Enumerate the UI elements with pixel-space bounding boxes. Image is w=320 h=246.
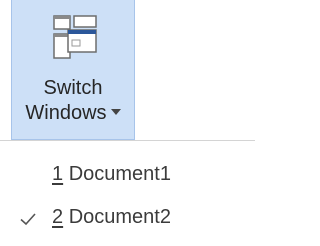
switch-windows-ui: Switch Windows 1 Document1 2 Document2 — [0, 0, 255, 246]
switch-windows-button[interactable]: Switch Windows — [11, 0, 135, 140]
menu-item-title: Document1 — [68, 163, 171, 185]
menu-item-document2[interactable]: 2 Document2 — [0, 202, 255, 242]
switch-windows-icon — [53, 15, 97, 59]
menu-item-number: 2 — [52, 206, 64, 228]
menu-item-document1[interactable]: 1 Document1 — [0, 159, 255, 199]
switch-windows-label-line1: Switch — [43, 77, 103, 99]
switch-windows-label-line2: Windows — [12, 101, 134, 125]
switch-windows-label-text: Windows — [25, 102, 107, 124]
menu-item-title: Document2 — [68, 206, 171, 228]
switch-windows-menu: 1 Document1 2 Document2 — [0, 140, 255, 246]
checkmark-icon — [20, 213, 36, 226]
menu-item-number: 1 — [52, 163, 64, 185]
menu-item-label: 1 Document1 — [52, 163, 171, 186]
menu-item-label: 2 Document2 — [52, 206, 171, 229]
dropdown-caret-icon — [110, 108, 121, 115]
